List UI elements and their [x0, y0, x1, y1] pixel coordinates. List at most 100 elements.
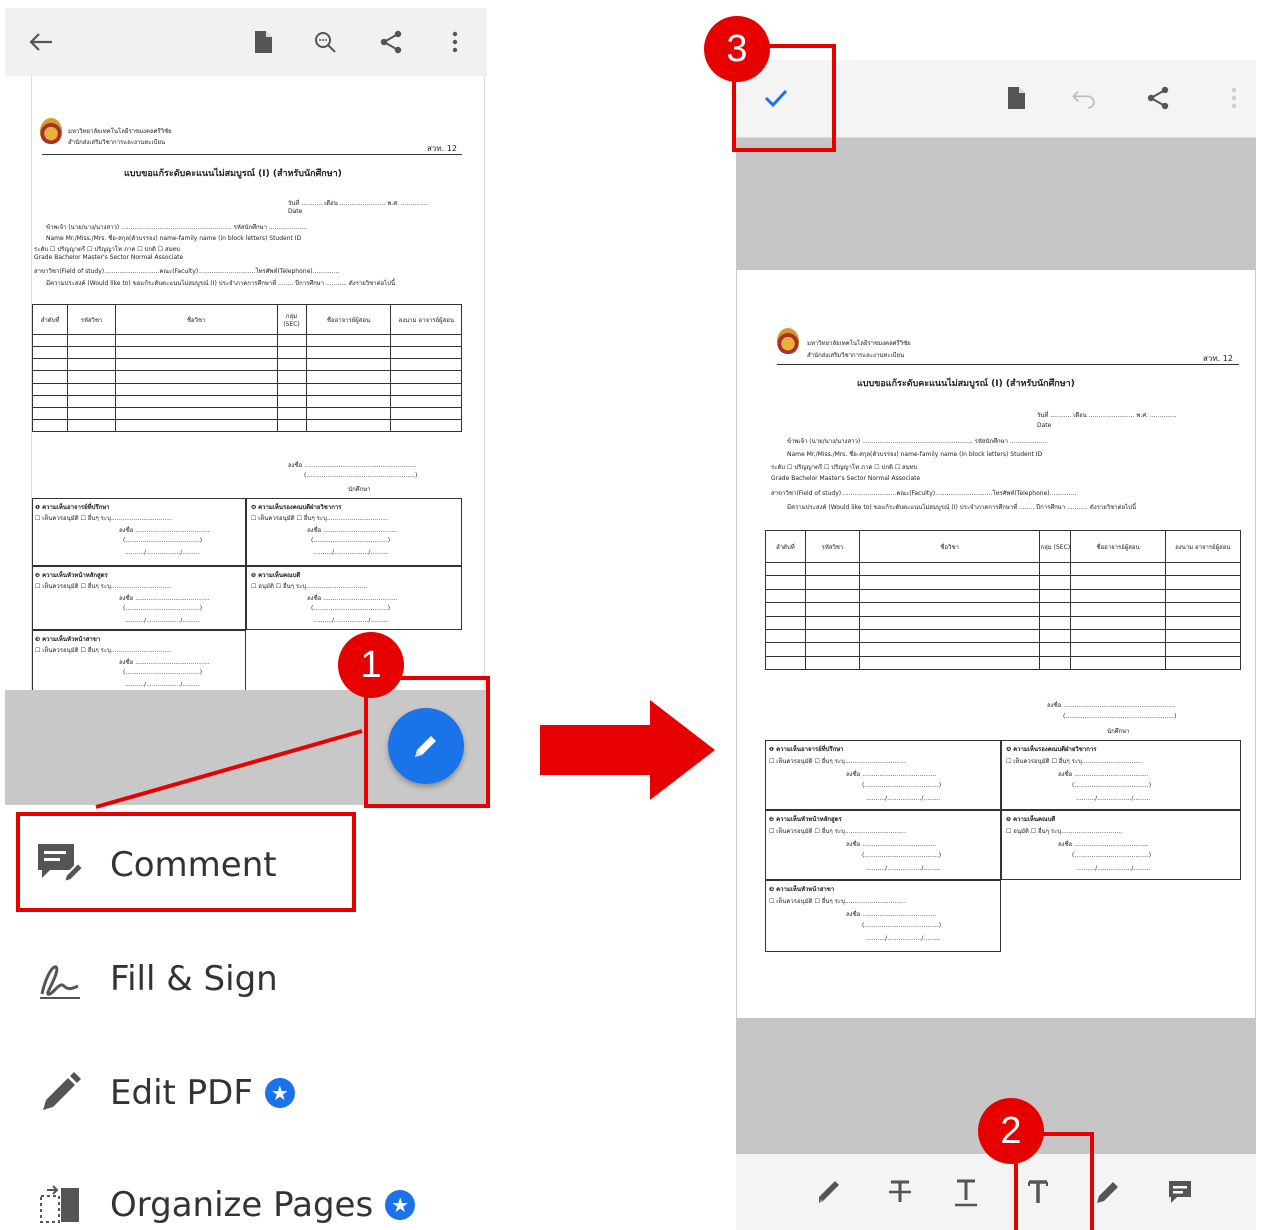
student-sign-paren: (.......................................…	[304, 472, 418, 479]
level-line-en: Grade Bachelor Master's Sector Normal As…	[771, 475, 921, 482]
name-line-th: ข้าพเจ้า (นาย/นาง/นางสาว) ..............…	[46, 224, 308, 231]
section-dean-date: ........../................../.........	[1076, 865, 1151, 872]
university-seal	[40, 118, 62, 144]
more-options-icon[interactable]	[1220, 84, 1248, 112]
student-sign-line: ลงชื่อ .................................…	[1047, 702, 1176, 709]
menu-item-organize-pages[interactable]: Organize Pages ★	[30, 1170, 416, 1230]
section-vice-dean-sign: ลงชื่อ .................................…	[307, 527, 398, 534]
purpose-line: มีความประสงค์ (Would like to) ขอแก้ระดับ…	[787, 504, 1137, 511]
underline-icon[interactable]	[946, 1172, 986, 1212]
header-sec: กลุ่ม (SEC)	[276, 304, 307, 335]
fill-sign-icon	[30, 952, 90, 1006]
menu-item-fill-sign[interactable]: Fill & Sign	[30, 944, 278, 1014]
more-options-icon[interactable]	[441, 28, 469, 56]
date-line: วันที่ ........... เดือน ...............…	[288, 200, 428, 207]
section-advisor-title: ❶ ความเห็นอาจารย์ที่ปรึกษา	[769, 746, 844, 753]
section-department-head: ❸ ความเห็นหัวหน้าสาขา ☐ เห็นควรอนุมัติ ☐…	[765, 880, 1001, 952]
date-en: Date	[1037, 422, 1052, 429]
section-advisor-sign: ลงชื่อ .................................…	[119, 527, 210, 534]
header-name: ชื่อวิชา	[859, 530, 1041, 563]
name-line-en: Name Mr./Miss./Mrs. ชื่อ-สกุล(ตัวบรรจง) …	[787, 451, 1043, 458]
step-3-badge: 3	[704, 16, 770, 82]
courses-table: ลำดับที่ รหัสวิชา ชื่อวิชา กลุ่ม (SEC) ช…	[32, 304, 462, 433]
draw-pencil-icon[interactable]	[1088, 1172, 1128, 1212]
section-vice-dean-title: ❹ ความเห็นรองคณบดีฝ่ายวิชาการ	[251, 504, 342, 511]
level-line-en: Grade Bachelor Master's Sector Normal As…	[34, 254, 184, 261]
form-title: แบบขอแก้ระดับคะแนนไม่สมบูรณ์ (I) (สำหรับ…	[124, 169, 342, 179]
header-sec: กลุ่ม (SEC)	[1039, 530, 1072, 563]
section-curriculum-date: ........../................../.........	[866, 865, 941, 872]
level-line-th: ระดับ ☐ ปริญญาตรี ☐ ปริญญาโท ภาค ☐ ปกติ …	[771, 464, 918, 471]
section-curriculum-title: ❷ ความเห็นหัวหน้าหลักสูตร	[35, 572, 108, 579]
organize-pages-icon	[30, 1178, 90, 1230]
edit-pdf-icon	[30, 1066, 90, 1120]
section-vice-dean-paren: (.......................................…	[311, 537, 391, 544]
student-label: นักศึกษา	[348, 486, 371, 493]
header-order: ลำดับที่	[765, 530, 806, 563]
date-line: วันที่ ........... เดือน ...............…	[1037, 412, 1177, 419]
purpose-line: มีความประสงค์ (Would like to) ขอแก้ระดับ…	[46, 280, 396, 287]
annotation-box-comment	[16, 812, 356, 912]
document-icon[interactable]	[249, 28, 277, 56]
search-icon[interactable]	[311, 28, 339, 56]
back-arrow-icon[interactable]	[27, 28, 55, 56]
section-advisor-sign: ลงชื่อ .................................…	[846, 771, 937, 778]
section-curriculum-title: ❷ ความเห็นหัวหน้าหลักสูตร	[769, 816, 842, 823]
right-top-panel	[736, 138, 1256, 270]
header-teacher: ชื่ออาจารย์ผู้สอน	[1070, 530, 1166, 563]
section-curriculum-head: ❷ ความเห็นหัวหน้าหลักสูตร ☐ เห็นควรอนุมั…	[765, 810, 1001, 880]
section-advisor: ❶ ความเห็นอาจารย์ที่ปรึกษา ☐ เห็นควรอนุม…	[32, 498, 246, 566]
highlighter-icon[interactable]	[810, 1172, 850, 1212]
left-toolbar	[5, 8, 487, 76]
section-advisor-date: ........../................../.........	[866, 795, 941, 802]
section-dean-title: ❺ ความเห็นคณบดี	[1006, 816, 1056, 823]
header-divider	[777, 364, 1239, 365]
section-vice-dean-date: ........../................../.........	[313, 549, 388, 556]
sticky-note-icon[interactable]	[1160, 1172, 1200, 1212]
section-curriculum-paren: (.......................................…	[123, 605, 203, 612]
section-advisor: ❶ ความเห็นอาจารย์ที่ปรึกษา ☐ เห็นควรอนุม…	[765, 740, 1001, 810]
document-icon[interactable]	[1002, 84, 1030, 112]
section-curriculum-sign: ลงชื่อ .................................…	[846, 841, 937, 848]
right-pdf-page: มหาวิทยาลัยเทคโนโลยีราชมงคลศรีวิชัย สำนั…	[736, 270, 1256, 1018]
date-en: Date	[288, 208, 303, 215]
header-code: รหัสวิชา	[804, 530, 861, 563]
premium-star-icon: ★	[385, 1190, 416, 1220]
header-code: รหัสวิชา	[67, 304, 116, 335]
premium-star-icon: ★	[264, 1078, 295, 1108]
section-dean-paren: (.......................................…	[311, 605, 391, 612]
strikethrough-icon[interactable]	[880, 1172, 920, 1212]
menu-label-fill-sign: Fill & Sign	[110, 959, 278, 999]
section-dean-options: ☐ อนุมัติ ☐ อื่นๆ ระบุ..................…	[1006, 828, 1123, 835]
menu-item-edit-pdf[interactable]: Edit PDF ★	[30, 1058, 295, 1128]
section-department-paren: (.......................................…	[123, 669, 203, 676]
share-icon[interactable]	[377, 28, 405, 56]
student-sign-paren: (.......................................…	[1063, 713, 1177, 720]
field-line: สาขาวิชา(Field of study)................…	[34, 268, 340, 275]
section-curriculum-sign: ลงชื่อ .................................…	[119, 595, 210, 602]
transition-arrow-icon	[540, 700, 715, 800]
level-line-th: ระดับ ☐ ปริญญาตรี ☐ ปริญญาโท ภาค ☐ ปกติ …	[34, 246, 181, 253]
header-divider	[42, 154, 462, 155]
student-label: นักศึกษา	[1107, 728, 1130, 735]
section-dean-date: ........../................../.........	[313, 617, 388, 624]
comment-tools-bar	[736, 1154, 1256, 1230]
left-pdf-page: มหาวิทยาลัยเทคโนโลยีราชมงคลศรีวิชัย สำนั…	[31, 76, 485, 690]
undo-icon[interactable]	[1070, 84, 1098, 112]
share-icon[interactable]	[1144, 84, 1172, 112]
menu-label-edit-pdf: Edit PDF	[110, 1073, 253, 1113]
section-vice-dean-paren: (.......................................…	[1072, 782, 1152, 789]
section-dean-title: ❺ ความเห็นคณบดี	[251, 572, 301, 579]
name-line-en: Name Mr./Miss./Mrs. ชื่อ-สกุล(ตัวบรรจง) …	[46, 235, 302, 242]
section-department-head: ❸ ความเห็นหัวหน้าสาขา ☐ เห็นควรอนุมัติ ☐…	[32, 630, 246, 690]
section-department-sign: ลงชื่อ .................................…	[846, 911, 937, 918]
step-1-badge: 1	[338, 632, 404, 698]
header-name: ชื่อวิชา	[114, 304, 278, 335]
name-line-th: ข้าพเจ้า (นาย/นาง/นางสาว) ..............…	[787, 438, 1049, 445]
university-seal	[777, 328, 799, 354]
university-name: มหาวิทยาลัยเทคโนโลยีราชมงคลศรีวิชัย	[807, 340, 911, 347]
section-dean-sign: ลงชื่อ .................................…	[307, 595, 398, 602]
header-order: ลำดับที่	[32, 304, 69, 335]
office-name: สำนักส่งเสริมวิชาการและงานทะเบียน	[68, 139, 166, 146]
section-department-options: ☐ เห็นควรอนุมัติ ☐ อื่นๆ ระบุ...........…	[35, 647, 172, 654]
